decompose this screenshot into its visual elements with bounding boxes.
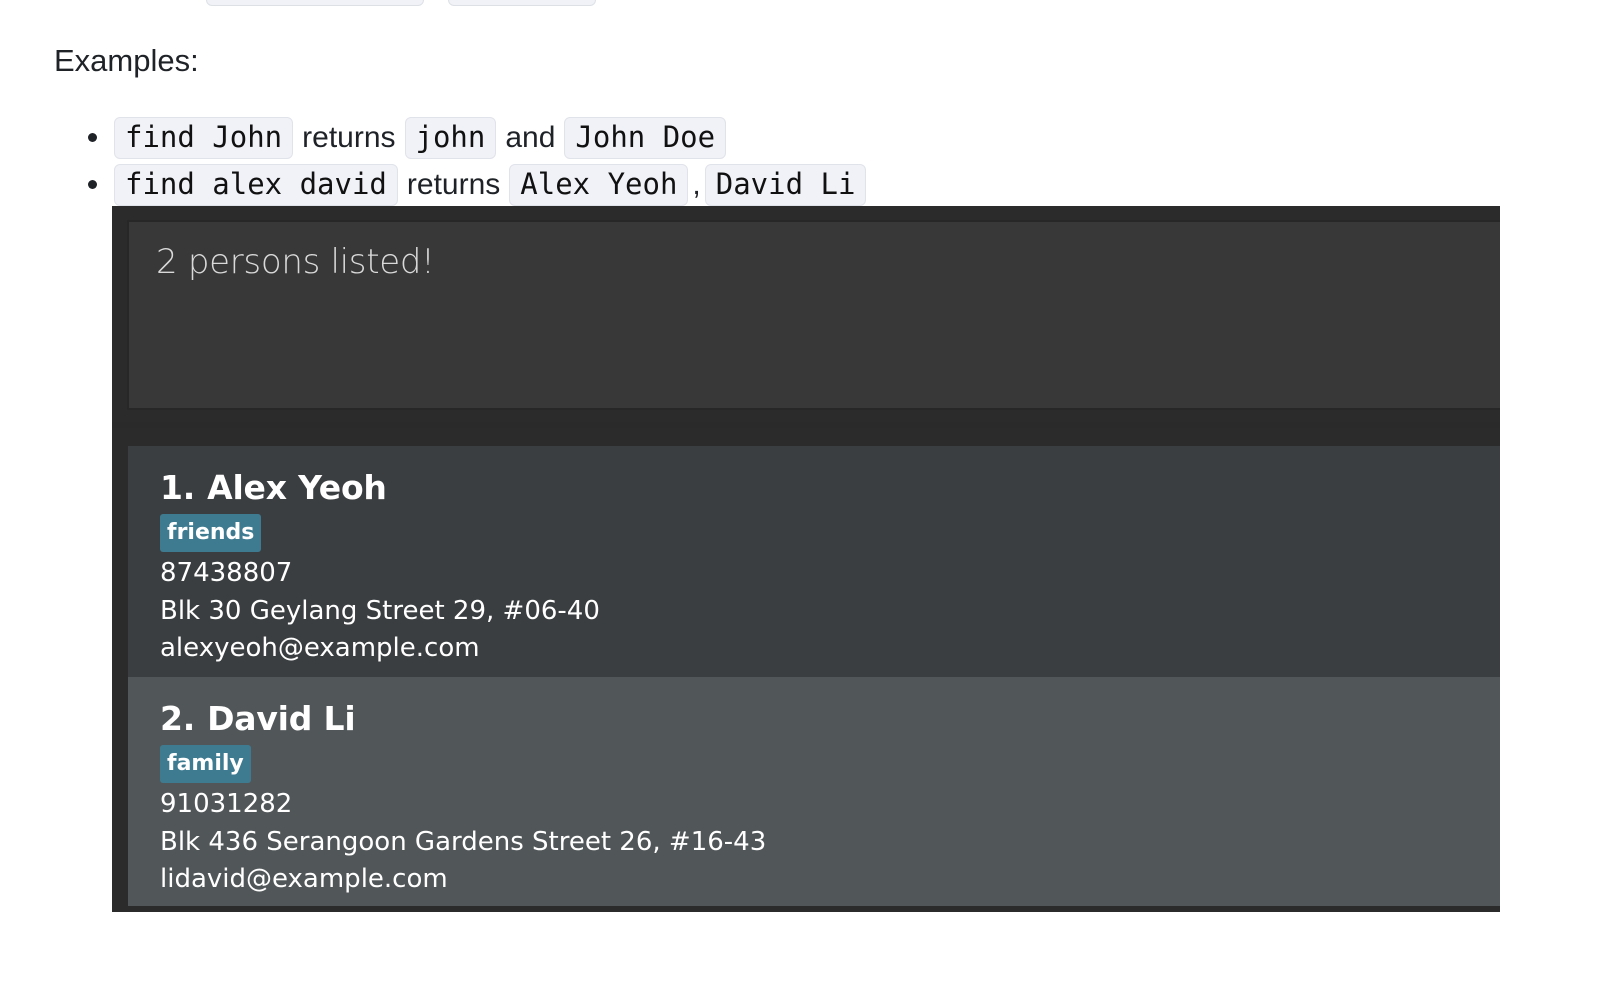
- person-tag: family: [160, 745, 251, 783]
- example-text: and: [505, 120, 556, 154]
- example-item: find John returns john and John Doe: [88, 114, 866, 161]
- person-list[interactable]: 1. Alex Yeoh friends 87438807 Blk 30 Geyl…: [128, 446, 1500, 906]
- inline-code: find John: [114, 116, 294, 159]
- code-snippet-fragment: [448, 0, 596, 6]
- person-address: Blk 30 Geylang Street 29, #06-40: [160, 596, 600, 626]
- example-item: find alex david returns Alex Yeoh , Davi…: [88, 161, 867, 208]
- person-email: lidavid@example.com: [160, 864, 448, 894]
- person-email: alexyeoh@example.com: [160, 633, 480, 663]
- person-name-row: 2. David Li: [160, 699, 356, 738]
- example-text: ,: [692, 167, 701, 201]
- inline-code: find alex david: [114, 163, 398, 206]
- app-screenshot: 2 persons listed! 1. Alex Yeoh friends 87…: [112, 206, 1500, 912]
- person-phone: 91031282: [160, 789, 293, 819]
- person-name: Alex Yeoh: [207, 468, 387, 507]
- person-index: 1.: [160, 468, 196, 507]
- result-display: 2 persons listed!: [127, 220, 1500, 410]
- person-address: Blk 436 Serangoon Gardens Street 26, #16…: [160, 827, 767, 857]
- bullet-icon: [88, 133, 97, 142]
- person-phone: 87438807: [160, 558, 293, 588]
- result-message: 2 persons listed!: [156, 242, 435, 282]
- person-index: 2.: [160, 699, 196, 738]
- person-name: David Li: [207, 699, 356, 738]
- code-snippet-fragment: [206, 0, 424, 6]
- inline-code: Alex Yeoh: [509, 163, 689, 206]
- examples-list: find John returns john and John Doe find…: [88, 114, 867, 208]
- bullet-icon: [88, 180, 97, 189]
- example-text: returns: [302, 120, 396, 154]
- person-card[interactable]: 2. David Li family 91031282 Blk 436 Seran…: [128, 677, 1500, 906]
- examples-heading: Examples:: [54, 43, 199, 78]
- person-tag: friends: [160, 514, 262, 552]
- example-text: returns: [406, 167, 501, 201]
- inline-code: John Doe: [564, 116, 727, 159]
- divider: [112, 422, 1500, 428]
- person-name-row: 1. Alex Yeoh: [160, 468, 387, 507]
- inline-code: David Li: [704, 163, 867, 206]
- person-card[interactable]: 1. Alex Yeoh friends 87438807 Blk 30 Geyl…: [128, 446, 1500, 677]
- inline-code: john: [404, 116, 497, 159]
